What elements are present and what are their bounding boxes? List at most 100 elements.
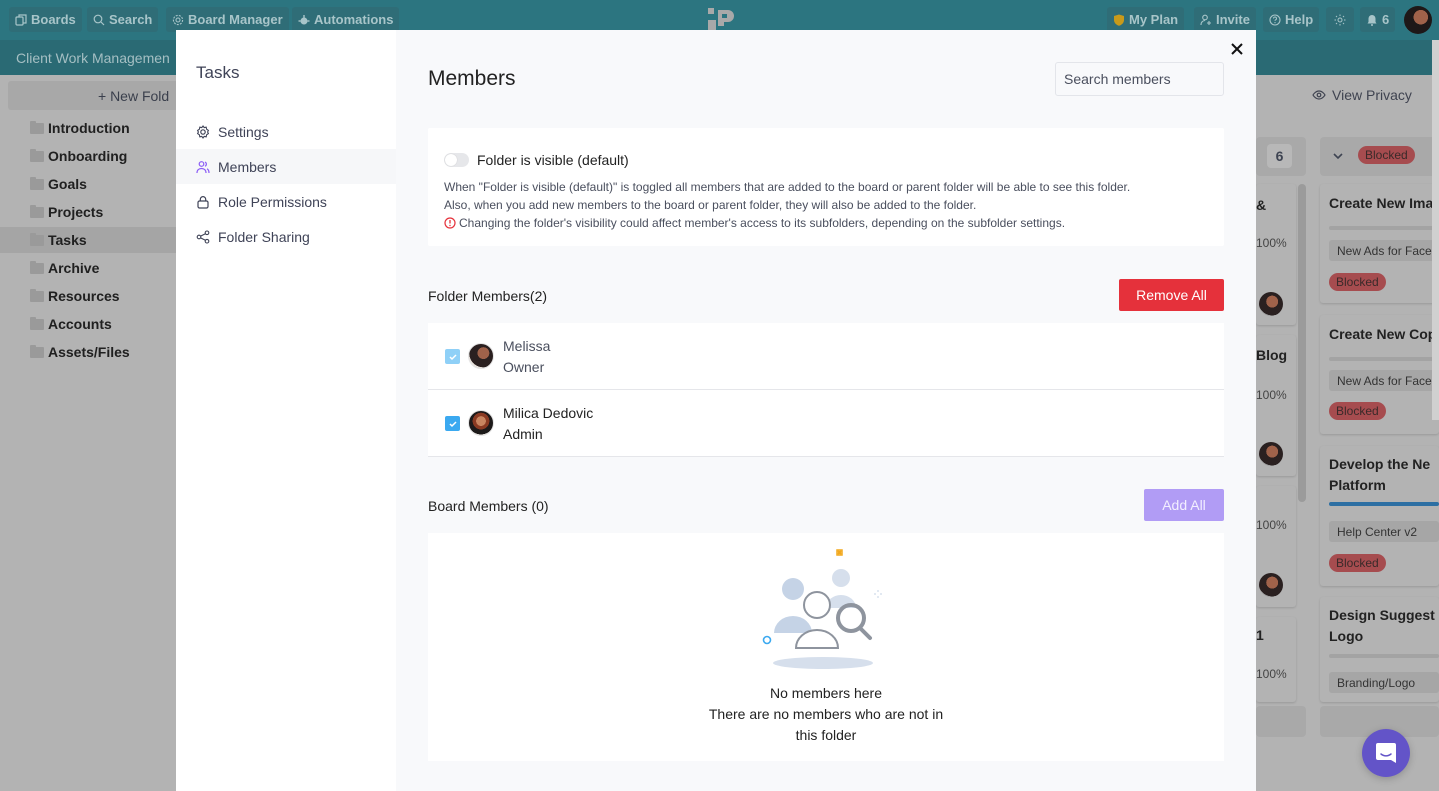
no-members-illustration	[762, 549, 882, 669]
member-checkbox[interactable]	[445, 416, 460, 431]
visibility-desc-line2: Also, when you add new members to the bo…	[444, 198, 977, 212]
search-button[interactable]: Search	[87, 7, 159, 32]
folder-label: Projects	[48, 204, 104, 220]
folder-members-title: Folder Members(2)	[428, 288, 548, 304]
card-title: Create New Cop	[1329, 326, 1437, 342]
task-card[interactable]: Create New Ima New Ads for Face Blocked	[1320, 184, 1439, 303]
column-scrollbar[interactable]	[1298, 184, 1306, 502]
folder-item[interactable]: Projects	[0, 199, 176, 225]
column-header-blocked: Blocked	[1320, 137, 1439, 176]
remove-all-button[interactable]: Remove All	[1119, 279, 1224, 311]
folder-label: Tasks	[48, 232, 87, 248]
search-members-input[interactable]	[1055, 62, 1224, 96]
task-card[interactable]: 1 100%	[1256, 617, 1296, 702]
page-title: Members	[428, 67, 516, 90]
card-title: Develop the Ne Platform	[1329, 456, 1431, 493]
member-avatar	[468, 343, 494, 369]
invite-label: Invite	[1216, 12, 1250, 27]
folder-icon	[30, 260, 44, 274]
folder-visible-toggle[interactable]	[444, 153, 469, 167]
folder-item[interactable]: Archive	[0, 255, 176, 281]
visibility-description: When "Folder is visible (default)" is to…	[444, 178, 1130, 232]
status-badge: Blocked	[1329, 402, 1386, 420]
nav-item-folder-sharing[interactable]: Folder Sharing	[176, 219, 396, 254]
help-icon	[1269, 13, 1281, 26]
folder-label: Goals	[48, 176, 87, 192]
card-percent: 100%	[1256, 518, 1287, 532]
folder-item[interactable]: Assets/Files	[0, 339, 176, 365]
search-label: Search	[109, 12, 153, 27]
folder-label: Assets/Files	[48, 344, 130, 360]
board-manager-button[interactable]: Board Manager	[166, 7, 289, 32]
warning-icon	[444, 217, 456, 229]
nav-item-role-permissions[interactable]: Role Permissions	[176, 184, 396, 219]
folder-settings-modal: Tasks Settings Members Role Permissions …	[176, 30, 1256, 791]
card-percent: 100%	[1256, 388, 1287, 402]
folder-item[interactable]: Resources	[0, 283, 176, 309]
assignee-avatar	[1259, 292, 1283, 316]
folder-label: Accounts	[48, 316, 112, 332]
chat-support-button[interactable]	[1362, 729, 1410, 777]
folder-item[interactable]: Goals	[0, 171, 176, 197]
users-icon	[196, 160, 210, 173]
card-tag: Help Center v2	[1329, 521, 1439, 542]
theme-toggle-button[interactable]	[1326, 7, 1354, 32]
card-progress-bar	[1329, 502, 1439, 506]
modal-sidebar: Tasks Settings Members Role Permissions …	[176, 30, 396, 791]
check-icon	[448, 420, 457, 427]
folder-icon	[30, 148, 44, 162]
lock-icon	[197, 195, 209, 209]
task-card[interactable]: 100%	[1256, 486, 1296, 607]
folder-icon	[30, 288, 44, 302]
folder-label: Archive	[48, 260, 100, 276]
automations-button[interactable]: Automations	[292, 7, 400, 32]
member-avatar	[468, 410, 494, 436]
page-scrollbar[interactable]	[1432, 40, 1439, 420]
help-button[interactable]: Help	[1263, 7, 1320, 32]
assignee-avatar	[1259, 573, 1283, 597]
view-privacy-button[interactable]: View Privacy	[1312, 87, 1412, 103]
nav-label: Settings	[218, 123, 269, 140]
card-tag: New Ads for Face	[1329, 370, 1439, 391]
automations-label: Automations	[314, 12, 394, 27]
card-percent: 100%	[1256, 667, 1287, 681]
folder-item-active[interactable]: Tasks	[0, 227, 176, 253]
task-card[interactable]: Create New Cop New Ads for Face Blocked	[1320, 315, 1439, 434]
task-card[interactable]: Design Suggest Logo Branding/Logo	[1320, 597, 1439, 702]
folder-icon	[30, 344, 44, 358]
chat-icon	[1376, 743, 1396, 763]
close-icon[interactable]	[1229, 41, 1245, 57]
boards-button[interactable]: Boards	[9, 7, 82, 32]
user-avatar[interactable]	[1404, 6, 1432, 34]
my-plan-label: My Plan	[1129, 12, 1179, 27]
empty-message-line1: There are no members who are not in	[708, 706, 944, 722]
nav-label: Members	[218, 158, 277, 175]
card-progress-bar	[1329, 226, 1439, 230]
nav-item-members[interactable]: Members	[176, 149, 396, 184]
folder-item[interactable]: Introduction	[0, 115, 176, 141]
nav-item-settings[interactable]: Settings	[176, 114, 396, 149]
view-privacy-label: View Privacy	[1332, 87, 1412, 103]
shield-icon	[1114, 14, 1124, 26]
column-count-badge: 6	[1267, 144, 1292, 168]
add-all-button[interactable]: Add All	[1144, 489, 1224, 521]
folder-item[interactable]: Accounts	[0, 311, 176, 337]
nav-label: Folder Sharing	[218, 228, 310, 245]
task-card[interactable]: & 100%	[1256, 184, 1296, 325]
folder-icon	[30, 120, 44, 134]
notifications-button[interactable]: 6	[1360, 7, 1396, 32]
chevron-down-icon[interactable]	[1332, 151, 1344, 161]
card-title: 1	[1256, 627, 1264, 643]
task-card[interactable]: Blog 100%	[1256, 335, 1296, 476]
folder-icon	[30, 176, 44, 190]
my-plan-button[interactable]: My Plan	[1107, 7, 1185, 32]
card-title: Create New Ima	[1329, 195, 1434, 211]
folder-visible-label: Folder is visible (default)	[477, 152, 629, 168]
folder-label: Introduction	[48, 120, 130, 136]
folder-item[interactable]: Onboarding	[0, 143, 176, 169]
card-title: &	[1256, 197, 1267, 213]
task-card[interactable]: Develop the Ne Platform Help Center v2 Bl…	[1320, 446, 1439, 586]
invite-button[interactable]: Invite	[1194, 7, 1256, 32]
card-title: Blog	[1256, 347, 1288, 363]
modal-folder-title: Tasks	[196, 63, 240, 82]
